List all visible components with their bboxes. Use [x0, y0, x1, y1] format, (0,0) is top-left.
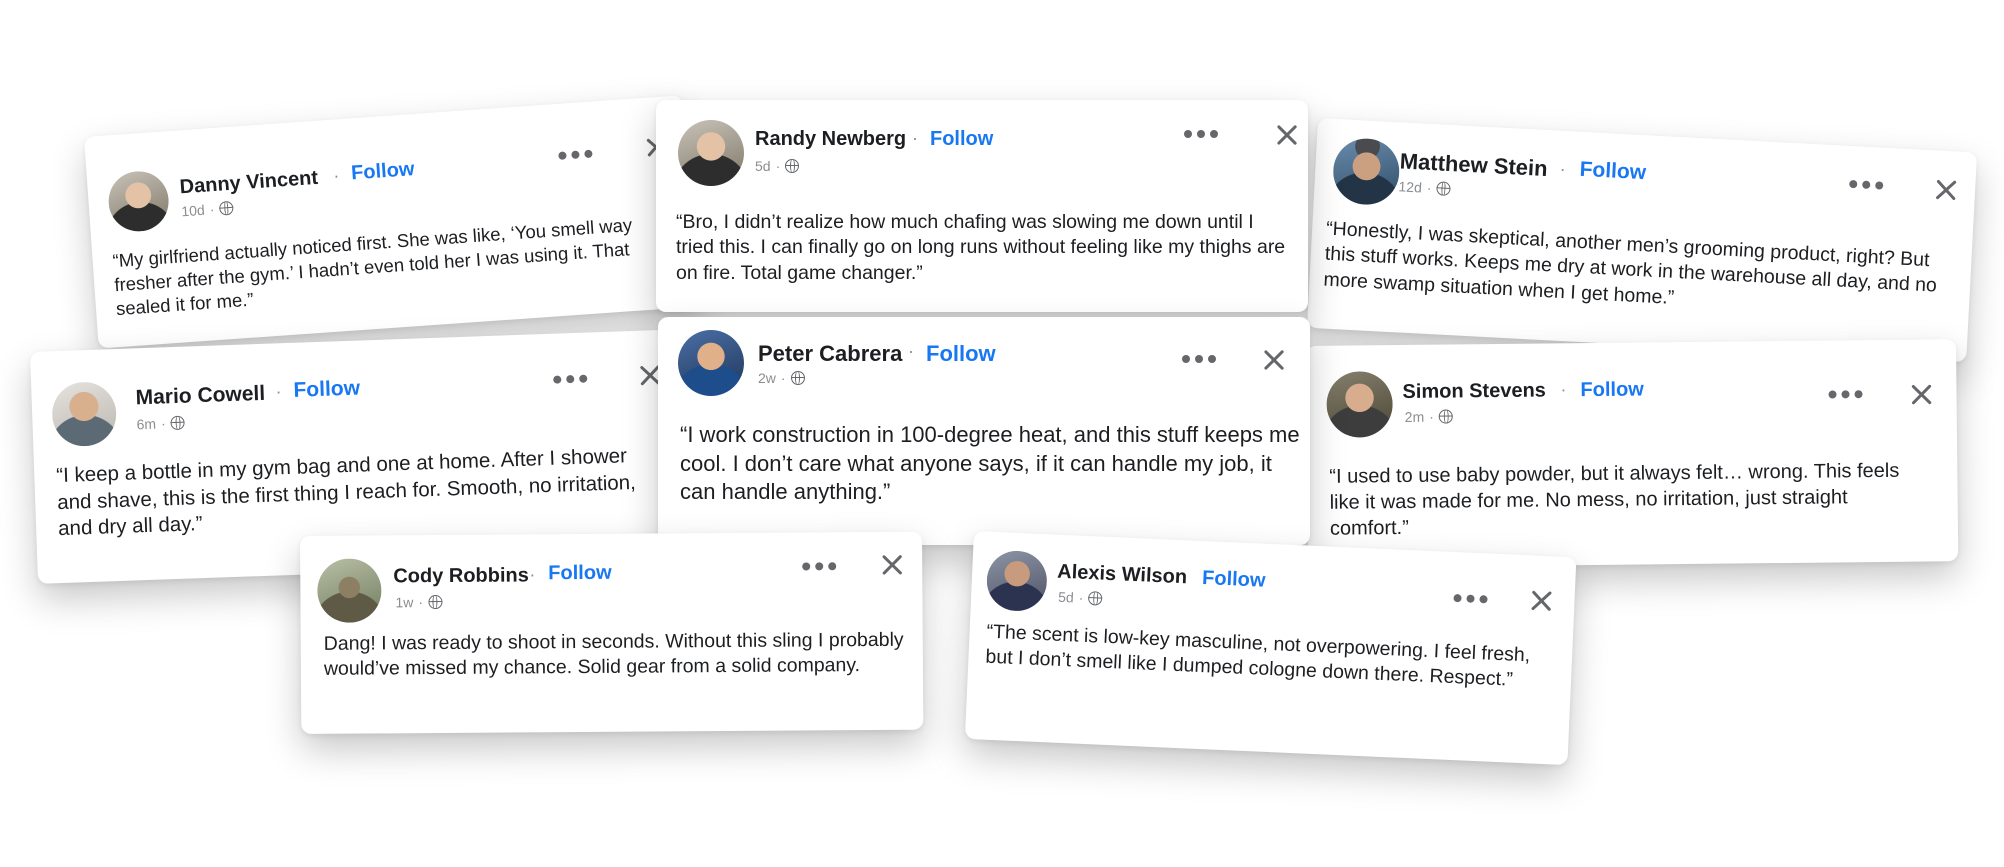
post-meta: 1w ·	[395, 594, 443, 611]
separator-dot: ·	[775, 158, 781, 174]
globe-icon	[218, 200, 234, 216]
testimonial-text: “Honestly, I was skeptical, another men’…	[1322, 217, 1938, 309]
testimonial-text: Dang! I was ready to shoot in seconds. W…	[323, 628, 904, 681]
author-name[interactable]: Cody Robbins	[393, 564, 529, 588]
post-meta: 2m ·	[1405, 408, 1453, 425]
author-name[interactable]: Randy Newberg	[755, 128, 906, 151]
close-icon[interactable]	[1910, 383, 1932, 405]
post-time[interactable]: 6m	[136, 416, 156, 433]
testimonial-card-matthew-stein: Matthew Stein · Follow 12d · “Honestly, …	[1307, 118, 1978, 363]
avatar[interactable]	[678, 330, 744, 396]
post-time[interactable]: 5d	[755, 158, 771, 174]
follow-button[interactable]: Follow	[1580, 378, 1644, 402]
globe-icon	[785, 159, 800, 173]
testimonial-card-alexis-wilson: Alexis Wilson Follow 5d · “The scent is …	[964, 531, 1577, 766]
post-time[interactable]: 2m	[1405, 409, 1425, 425]
post-meta: 10d ·	[181, 200, 234, 220]
close-icon[interactable]	[1276, 124, 1298, 146]
separator-dot: ·	[418, 594, 424, 611]
globe-icon	[1438, 409, 1453, 424]
testimonial-card-simon-stevens: Simon Stevens · Follow 2m · “I used to u…	[1306, 339, 1959, 568]
testimonial-text: “My girlfriend actually noticed first. S…	[111, 214, 633, 320]
more-options-icon[interactable]	[1849, 179, 1884, 190]
post-meta: 5d ·	[1058, 589, 1103, 607]
avatar[interactable]	[678, 120, 744, 186]
testimonial-text: “I used to use baby powder, but it alway…	[1329, 459, 1900, 540]
separator-dot: ·	[275, 381, 282, 402]
post-meta: 6m ·	[136, 415, 185, 433]
testimonial-text: “The scent is low-key masculine, not ove…	[985, 620, 1531, 691]
separator-dot: ·	[1078, 589, 1084, 606]
avatar[interactable]	[1326, 371, 1393, 438]
follow-button[interactable]: Follow	[293, 377, 360, 403]
author-name[interactable]: Alexis Wilson	[1057, 561, 1188, 590]
separator-dot: ·	[1559, 158, 1567, 180]
globe-icon	[1436, 181, 1451, 197]
author-name[interactable]: Simon Stevens	[1402, 379, 1546, 404]
avatar[interactable]	[985, 549, 1049, 613]
avatar[interactable]	[1331, 136, 1401, 207]
post-time[interactable]: 12d	[1398, 178, 1422, 195]
globe-icon	[170, 415, 185, 431]
author-name[interactable]: Danny Vincent	[179, 167, 319, 200]
close-icon[interactable]	[1263, 349, 1285, 371]
post-time[interactable]: 2w	[758, 370, 776, 386]
author-name[interactable]: Peter Cabrera	[758, 341, 902, 367]
separator-dot: ·	[332, 165, 340, 186]
more-options-icon[interactable]	[558, 149, 593, 160]
testimonial-card-danny-vincent: Danny Vincent · Follow 10d · “My girlfri…	[84, 95, 698, 349]
author-name[interactable]: Mario Cowell	[135, 382, 265, 411]
follow-button[interactable]: Follow	[930, 128, 993, 151]
more-options-icon[interactable]	[1184, 130, 1218, 138]
follow-button[interactable]: Follow	[1579, 158, 1647, 185]
avatar[interactable]	[51, 381, 118, 448]
testimonial-card-cody-robbins: Cody Robbins · Follow 1w · Dang! I was r…	[300, 531, 924, 734]
separator-dot: ·	[1429, 408, 1434, 425]
testimonial-text: “I keep a bottle in my gym bag and one a…	[55, 444, 637, 541]
globe-icon	[790, 371, 805, 385]
post-time[interactable]: 1w	[395, 594, 413, 610]
separator-dot: ·	[912, 128, 918, 148]
separator-dot: ·	[780, 370, 786, 386]
separator-dot: ·	[908, 341, 914, 361]
more-options-icon[interactable]	[1828, 390, 1863, 399]
close-icon[interactable]	[881, 554, 903, 576]
close-icon[interactable]	[1935, 178, 1958, 201]
testimonial-text: “Bro, I didn’t realize how much chafing …	[676, 211, 1286, 284]
more-options-icon[interactable]	[1182, 355, 1216, 363]
avatar[interactable]	[317, 558, 382, 623]
globe-icon	[427, 595, 443, 610]
follow-button[interactable]: Follow	[1202, 567, 1266, 593]
follow-button[interactable]: Follow	[350, 158, 415, 185]
follow-button[interactable]: Follow	[548, 562, 611, 585]
globe-icon	[1088, 591, 1103, 606]
post-time[interactable]: 5d	[1058, 589, 1074, 606]
testimonial-text: “I work construction in 100-degree heat,…	[680, 422, 1300, 505]
follow-button[interactable]: Follow	[926, 341, 996, 367]
separator-dot: ·	[1426, 179, 1432, 197]
author-name[interactable]: Matthew Stein	[1399, 148, 1548, 182]
avatar[interactable]	[106, 169, 171, 234]
more-options-icon[interactable]	[1453, 593, 1488, 604]
more-options-icon[interactable]	[553, 374, 588, 384]
post-meta: 5d ·	[755, 158, 800, 174]
testimonial-card-randy-newberg: Randy Newberg · Follow 5d · “Bro, I didn…	[656, 100, 1308, 312]
close-icon[interactable]	[1530, 589, 1553, 612]
separator-dot: ·	[529, 564, 536, 585]
post-meta: 2w ·	[758, 370, 805, 386]
post-time[interactable]: 10d	[181, 202, 205, 220]
separator-dot: ·	[1560, 379, 1567, 400]
more-options-icon[interactable]	[802, 562, 837, 571]
separator-dot: ·	[209, 201, 215, 218]
post-meta: 12d ·	[1398, 178, 1451, 197]
separator-dot: ·	[160, 415, 166, 432]
testimonial-card-peter-cabrera: Peter Cabrera · Follow 2w · “I work cons…	[658, 317, 1310, 545]
